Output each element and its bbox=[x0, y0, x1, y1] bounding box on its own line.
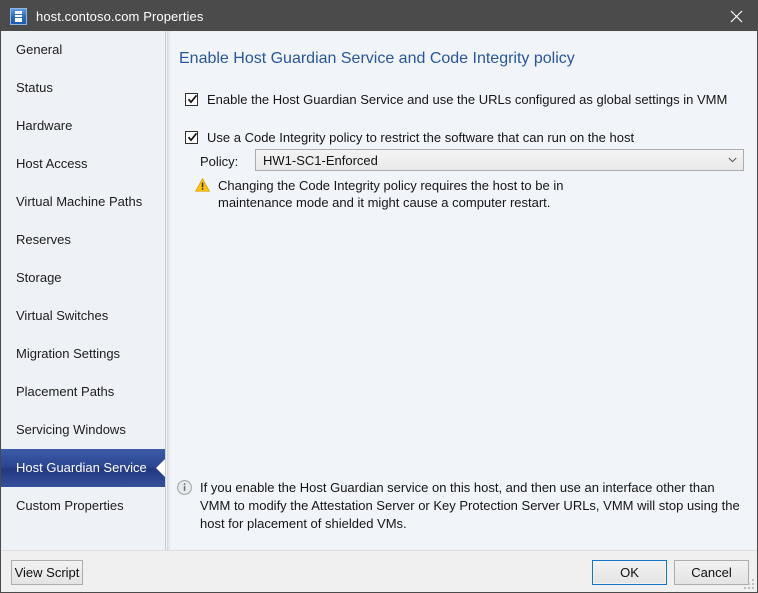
warning-triangle-icon bbox=[194, 177, 211, 197]
enable-hgs-checkbox[interactable] bbox=[185, 93, 198, 106]
server-properties-icon bbox=[10, 7, 27, 25]
use-code-integrity-checkbox[interactable] bbox=[185, 131, 198, 144]
sidebar-item-virtual-machine-paths[interactable]: Virtual Machine Paths bbox=[1, 183, 165, 221]
sidebar-item-storage[interactable]: Storage bbox=[1, 259, 165, 297]
close-icon[interactable] bbox=[714, 1, 757, 31]
hgs-info-note: If you enable the Host Guardian service … bbox=[177, 479, 742, 533]
sidebar-item-custom-properties[interactable]: Custom Properties bbox=[1, 487, 165, 525]
properties-dialog-window: host.contoso.com Properties General Stat… bbox=[0, 0, 758, 593]
sidebar-item-general[interactable]: General bbox=[1, 31, 165, 69]
enable-hgs-row: Enable the Host Guardian Service and use… bbox=[185, 92, 727, 107]
ok-button[interactable]: OK bbox=[592, 560, 667, 585]
info-message: If you enable the Host Guardian service … bbox=[200, 480, 740, 531]
title-bar: host.contoso.com Properties bbox=[1, 1, 757, 31]
window-title: host.contoso.com Properties bbox=[36, 8, 204, 24]
dialog-body: General Status Hardware Host Access Virt… bbox=[1, 31, 757, 550]
sidebar-item-hardware[interactable]: Hardware bbox=[1, 107, 165, 145]
view-script-button[interactable]: View Script bbox=[11, 560, 83, 585]
sidebar-item-status[interactable]: Status bbox=[1, 69, 165, 107]
use-code-integrity-label: Use a Code Integrity policy to restrict … bbox=[207, 130, 635, 145]
settings-panel: Enable Host Guardian Service and Code In… bbox=[167, 31, 757, 550]
sidebar-item-reserves[interactable]: Reserves bbox=[1, 221, 165, 259]
resize-grip[interactable] bbox=[742, 577, 755, 590]
policy-select[interactable]: HW1-SC1-Enforced bbox=[255, 149, 744, 171]
sidebar-item-servicing-windows[interactable]: Servicing Windows bbox=[1, 411, 165, 449]
sidebar-item-host-access[interactable]: Host Access bbox=[1, 145, 165, 183]
info-circle-icon bbox=[177, 480, 192, 500]
policy-label: Policy: bbox=[200, 154, 239, 169]
sidebar-item-migration-settings[interactable]: Migration Settings bbox=[1, 335, 165, 373]
page-title: Enable Host Guardian Service and Code In… bbox=[179, 50, 575, 67]
dialog-footer: View Script OK Cancel bbox=[1, 550, 757, 592]
sidebar-item-virtual-switches[interactable]: Virtual Switches bbox=[1, 297, 165, 335]
sidebar-item-placement-paths[interactable]: Placement Paths bbox=[1, 373, 165, 411]
cancel-button[interactable]: Cancel bbox=[674, 560, 749, 585]
chevron-down-icon bbox=[723, 150, 742, 170]
sidebar-item-host-guardian-service[interactable]: Host Guardian Service bbox=[1, 449, 165, 487]
use-code-integrity-row: Use a Code Integrity policy to restrict … bbox=[185, 130, 634, 145]
policy-selected-value: HW1-SC1-Enforced bbox=[263, 152, 378, 168]
warning-message: Changing the Code Integrity policy requi… bbox=[218, 178, 564, 210]
enable-hgs-label: Enable the Host Guardian Service and use… bbox=[207, 92, 728, 107]
code-integrity-warning: Changing the Code Integrity policy requi… bbox=[194, 177, 625, 211]
sidebar-nav: General Status Hardware Host Access Virt… bbox=[1, 31, 166, 550]
